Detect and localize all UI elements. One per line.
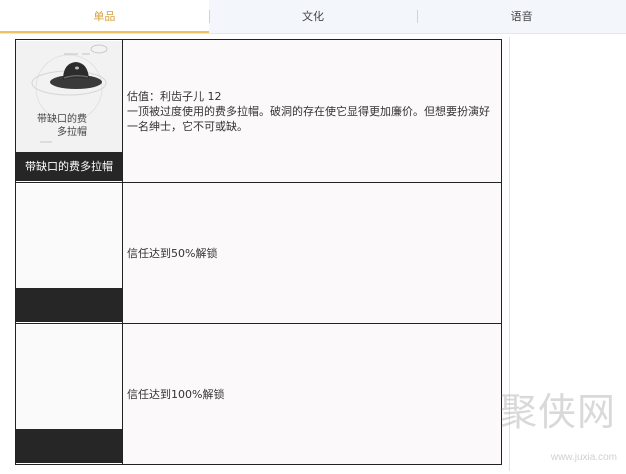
item-value-line: 估值：利齿子儿 12 bbox=[127, 89, 222, 103]
locked-item-image bbox=[16, 325, 122, 429]
item-description: 估值：利齿子儿 12 一顶被过度使用的费多拉帽。破洞的存在使它显得更加廉价。但想… bbox=[122, 39, 502, 183]
item-flavor-text: 一顶被过度使用的费多拉帽。破洞的存在使它显得更加廉价。但想要扮演好一名绅士，它不… bbox=[127, 104, 490, 133]
table-row: 信任达到100%解锁 bbox=[15, 323, 502, 465]
item-image-cell: 带缺口的费 多拉帽 带缺口的费多拉帽 bbox=[15, 39, 123, 183]
table-row: 带缺口的费 多拉帽 带缺口的费多拉帽 估值：利齿子儿 12 一顶被过度使用的费多… bbox=[15, 39, 502, 183]
item-name: 带缺口的费多拉帽 bbox=[16, 152, 122, 181]
item-description: 信任达到100%解锁 bbox=[122, 323, 502, 465]
tab-items[interactable]: 单品 bbox=[0, 0, 209, 33]
unlock-condition-text: 信任达到50%解锁 bbox=[127, 246, 218, 260]
item-image-cell bbox=[15, 323, 123, 465]
locked-item-image bbox=[16, 184, 122, 288]
fedora-hat-illustration: 带缺口的费 多拉帽 bbox=[16, 41, 122, 152]
item-image-cell bbox=[15, 182, 123, 324]
item-description: 信任达到50%解锁 bbox=[122, 182, 502, 324]
site-watermark: 聚侠网 www.juxia.com bbox=[498, 378, 626, 474]
items-panel: 带缺口的费 多拉帽 带缺口的费多拉帽 估值：利齿子儿 12 一顶被过度使用的费多… bbox=[11, 37, 510, 471]
watermark-url: www.juxia.com bbox=[550, 452, 617, 463]
tab-bar: 单品 文化 语音 bbox=[0, 0, 626, 34]
image-title-text: 带缺口的费 bbox=[37, 112, 87, 125]
unlock-condition-text: 信任达到100%解锁 bbox=[127, 387, 225, 401]
image-subtitle-text: 多拉帽 bbox=[57, 125, 87, 138]
table-row: 信任达到50%解锁 bbox=[15, 182, 502, 324]
items-table: 带缺口的费 多拉帽 带缺口的费多拉帽 估值：利齿子儿 12 一顶被过度使用的费多… bbox=[15, 39, 502, 465]
watermark-logo-text: 聚侠网 bbox=[498, 390, 616, 434]
item-name bbox=[16, 288, 122, 322]
tab-culture[interactable]: 文化 bbox=[208, 0, 418, 33]
item-name bbox=[16, 429, 122, 463]
tab-voice[interactable]: 语音 bbox=[417, 0, 626, 33]
item-image: 带缺口的费 多拉帽 bbox=[16, 41, 122, 152]
